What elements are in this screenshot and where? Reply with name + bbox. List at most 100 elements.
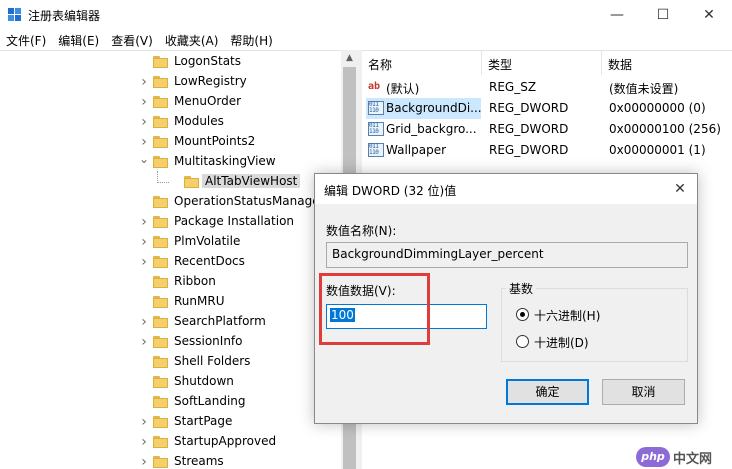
value-name-cell[interactable]: 011 110 Wallpaper bbox=[366, 140, 481, 161]
value-name-cell[interactable]: 011 110 Grid_backgro... bbox=[366, 119, 481, 140]
maximize-button[interactable]: ☐ bbox=[640, 0, 686, 30]
cancel-button[interactable]: 取消 bbox=[602, 379, 685, 405]
tree-item-label: StartupApproved bbox=[174, 434, 277, 448]
folder-icon bbox=[153, 395, 168, 408]
radio-decimal-label[interactable]: 十进制(D) bbox=[534, 334, 589, 351]
tree-item-label: PlmVolatile bbox=[174, 234, 241, 248]
tree-item[interactable]: OperationStatusManage bbox=[0, 192, 340, 212]
tree-item[interactable]: SoftLanding bbox=[0, 392, 340, 412]
tree-item[interactable]: › SessionInfo bbox=[0, 332, 340, 352]
value-type: REG_DWORD bbox=[489, 143, 569, 157]
chevron-right-icon[interactable]: › bbox=[139, 75, 149, 89]
menu-view[interactable]: 查看(V) bbox=[105, 30, 159, 50]
chevron-right-icon[interactable]: › bbox=[139, 255, 149, 269]
menu-help[interactable]: 帮助(H) bbox=[224, 30, 278, 50]
scroll-up-icon[interactable]: ▲ bbox=[341, 50, 358, 67]
tree-item-label: SoftLanding bbox=[174, 394, 246, 408]
dialog-title: 编辑 DWORD (32 位)值 bbox=[324, 184, 457, 198]
key-tree[interactable]: LogonStats › LowRegistry › MenuOrder › Modules… bbox=[0, 50, 357, 469]
tree-item[interactable]: Shutdown bbox=[0, 372, 340, 392]
value-name-cell[interactable]: 011 110 BackgroundDi... bbox=[366, 98, 481, 119]
tree-item-label: RecentDocs bbox=[174, 254, 245, 268]
minimize-icon: — bbox=[610, 7, 624, 23]
tree-item[interactable]: › StartupApproved bbox=[0, 432, 340, 452]
column-type-label: 类型 bbox=[488, 58, 513, 72]
menu-edit[interactable]: 编辑(E) bbox=[52, 30, 105, 50]
tree-item-label: MenuOrder bbox=[174, 94, 242, 108]
tree-item-label: LogonStats bbox=[174, 54, 242, 68]
chevron-right-icon[interactable]: › bbox=[139, 455, 149, 469]
radio-decimal[interactable] bbox=[516, 335, 529, 348]
tree-item[interactable]: › SearchPlatform bbox=[0, 312, 340, 332]
menu-file[interactable]: 文件(F) bbox=[0, 30, 52, 50]
tree-item-label: Modules bbox=[174, 114, 224, 128]
tree-item[interactable]: › MountPoints2 bbox=[0, 132, 340, 152]
radio-hex[interactable] bbox=[516, 308, 529, 321]
tree-item-label: SearchPlatform bbox=[174, 314, 266, 328]
folder-icon bbox=[153, 315, 168, 328]
tree-item[interactable]: Ribbon bbox=[0, 272, 340, 292]
chevron-right-icon[interactable]: › bbox=[139, 435, 149, 449]
value-row[interactable]: 011 110 Wallpaper REG_DWORD 0x00000001 (1) bbox=[362, 140, 732, 161]
value-name-text: BackgroundDimmingLayer_percent bbox=[332, 247, 544, 261]
tree-item-label: Shutdown bbox=[174, 374, 234, 388]
minimize-button[interactable]: — bbox=[594, 0, 640, 30]
value-row[interactable]: 011 110 Grid_backgro... REG_DWORD 0x0000010… bbox=[362, 119, 732, 140]
tree-item[interactable]: › MenuOrder bbox=[0, 92, 340, 112]
chevron-right-icon[interactable]: › bbox=[139, 215, 149, 229]
ok-button[interactable]: 确定 bbox=[506, 379, 589, 405]
chevron-right-icon[interactable]: › bbox=[139, 95, 149, 109]
tree-item[interactable]: › StartPage bbox=[0, 412, 340, 432]
column-header-data[interactable]: 数据 bbox=[602, 51, 732, 75]
tree-item[interactable]: RunMRU bbox=[0, 292, 340, 312]
title-bar: 注册表编辑器 — ☐ ✕ bbox=[0, 0, 732, 30]
value-row[interactable]: ab (默认) REG_SZ (数值未设置) bbox=[362, 77, 732, 98]
tree-item[interactable]: LogonStats bbox=[0, 52, 340, 72]
chevron-right-icon[interactable]: › bbox=[139, 235, 149, 249]
tree-connector bbox=[157, 182, 169, 183]
tree-item-label: Ribbon bbox=[174, 274, 216, 288]
radio-hex-label[interactable]: 十六进制(H) bbox=[534, 307, 600, 324]
tree-item[interactable]: › Modules bbox=[0, 112, 340, 132]
menu-favorites[interactable]: 收藏夹(A) bbox=[159, 30, 225, 50]
value-name: BackgroundDi... bbox=[386, 101, 481, 115]
chevron-right-icon[interactable]: › bbox=[139, 135, 149, 149]
folder-icon bbox=[153, 195, 168, 208]
column-name-label: 名称 bbox=[368, 58, 393, 72]
folder-icon bbox=[153, 155, 168, 168]
tree-item[interactable]: › Streams bbox=[0, 452, 340, 469]
value-type: REG_SZ bbox=[489, 80, 537, 94]
folder-icon bbox=[153, 335, 168, 348]
tree-item[interactable]: AltTabViewHost bbox=[0, 172, 340, 192]
tree-item[interactable]: › LowRegistry bbox=[0, 72, 340, 92]
folder-icon bbox=[153, 275, 168, 288]
value-data: 0x00000100 (256) bbox=[609, 122, 721, 136]
folder-icon bbox=[153, 95, 168, 108]
column-data-label: 数据 bbox=[608, 58, 633, 72]
value-name: Wallpaper bbox=[386, 143, 447, 157]
column-header-type[interactable]: 类型 bbox=[482, 51, 602, 75]
chevron-right-icon[interactable]: › bbox=[139, 115, 149, 129]
close-button[interactable]: ✕ bbox=[686, 0, 732, 30]
tree-item-label: MountPoints2 bbox=[174, 134, 256, 148]
tree-item-label: StartPage bbox=[174, 414, 233, 428]
folder-icon bbox=[153, 135, 168, 148]
chevron-right-icon[interactable]: › bbox=[139, 335, 149, 349]
menu-bar: 文件(F) 编辑(E) 查看(V) 收藏夹(A) 帮助(H) bbox=[0, 30, 732, 50]
tree-item[interactable]: ⌄ MultitaskingView bbox=[0, 152, 340, 172]
binary-value-icon: 011 110 bbox=[368, 101, 384, 115]
tree-item[interactable]: › RecentDocs bbox=[0, 252, 340, 272]
column-header-name[interactable]: 名称 bbox=[362, 51, 482, 75]
folder-icon bbox=[153, 255, 168, 268]
value-row[interactable]: 011 110 BackgroundDi... REG_DWORD 0x0000000… bbox=[362, 98, 732, 119]
chevron-down-icon[interactable]: ⌄ bbox=[139, 152, 149, 166]
chevron-right-icon[interactable]: › bbox=[139, 315, 149, 329]
value-data: (数值未设置) bbox=[609, 82, 679, 96]
dialog-close-button[interactable]: ✕ bbox=[667, 177, 693, 201]
chevron-right-icon[interactable]: › bbox=[139, 415, 149, 429]
folder-icon bbox=[153, 295, 168, 308]
tree-item[interactable]: › PlmVolatile bbox=[0, 232, 340, 252]
tree-item[interactable]: › Package Installation bbox=[0, 212, 340, 232]
tree-item[interactable]: Shell Folders bbox=[0, 352, 340, 372]
value-name-cell[interactable]: ab (默认) bbox=[366, 77, 481, 98]
